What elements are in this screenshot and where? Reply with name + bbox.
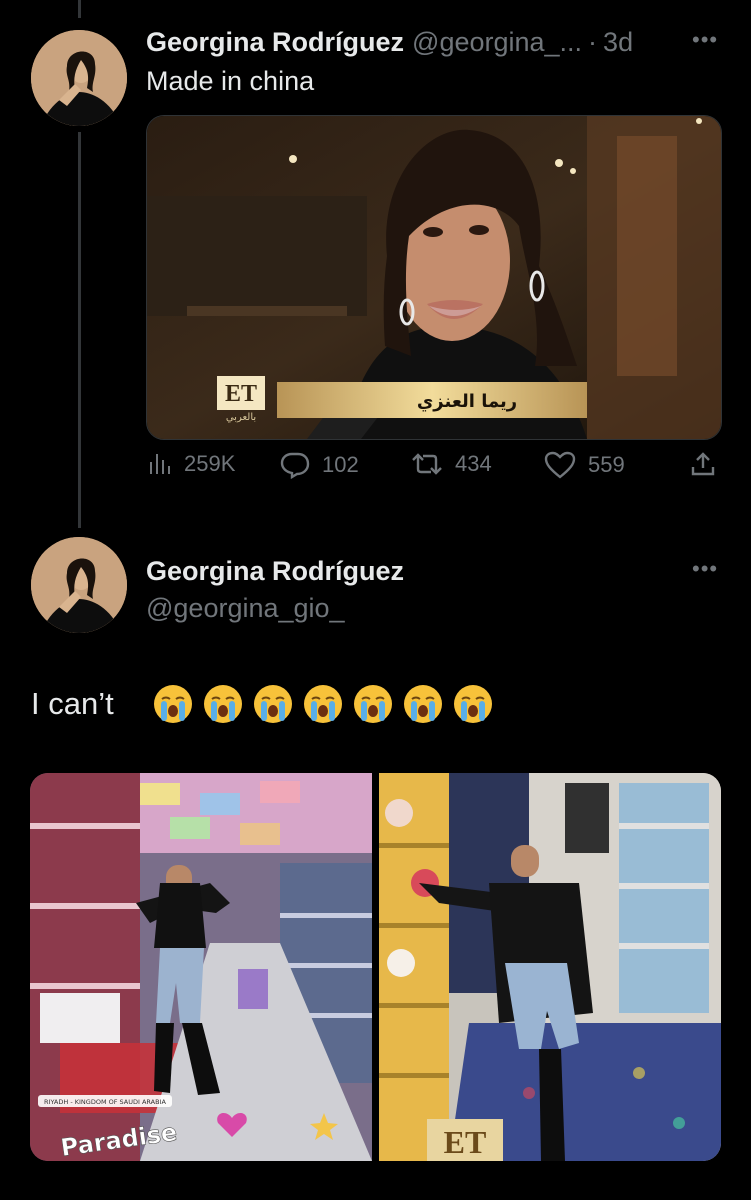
author-name[interactable]: Georgina Rodríguez [146,556,404,587]
crying-face-icon [353,684,393,724]
crying-face-icon [203,684,243,724]
tweet-actions: 259K 102 434 559 [148,451,718,491]
more-icon[interactable]: ••• [692,27,718,53]
thread-line-top [78,0,81,18]
crying-face-icon [253,684,293,724]
media-caption: ريما العنزي [417,391,517,412]
views-count: 259K [184,451,236,476]
repost-count: 434 [455,451,492,476]
tweet-handle-row: @georgina_gio_ [146,593,345,624]
reply-count: 102 [322,452,359,477]
crying-face-icon [153,684,193,724]
tweet-header: Georgina Rodríguez [146,556,404,587]
tweet-header: Georgina Rodríguez @georgina_... · 3d [146,27,633,58]
share-action[interactable] [690,451,716,477]
repost-action[interactable]: 434 [411,451,492,477]
avatar[interactable] [31,537,127,633]
location-tag: RIYADH - KINGDOM OF SAUDI ARABIA [44,1098,166,1106]
like-action[interactable]: 559 [544,451,625,479]
et-logo-text: ET [225,381,257,407]
crying-face-icon [403,684,443,724]
avatar[interactable] [31,30,127,126]
crying-face-icon [303,684,343,724]
tweet-time[interactable]: 3d [603,27,633,58]
like-count: 559 [588,452,625,477]
more-icon[interactable]: ••• [692,556,718,582]
author-name[interactable]: Georgina Rodríguez [146,27,404,58]
tweet-media-collage: RIYADH - KINGDOM OF SAUDI ARABIA Paradis… [30,773,721,1161]
et-logo-subtitle: بالعربي [226,412,256,423]
heart-icon [544,451,576,479]
tweet-media-image[interactable]: ET بالعربي ريما العنزي [146,115,722,440]
share-icon [691,452,715,476]
views-icon [150,454,170,474]
thread-line [78,132,81,528]
author-handle[interactable]: @georgina_... [412,27,582,58]
media-image-right[interactable]: ET [379,773,721,1161]
emoji-row [153,684,493,724]
reply-icon [280,452,310,479]
tweet-text: Made in china [146,66,315,96]
separator-dot: · [588,27,598,57]
tweet-text: I can’t [31,686,114,721]
crying-face-icon [453,684,493,724]
author-handle[interactable]: @georgina_gio_ [146,593,345,624]
views-action[interactable]: 259K [148,451,235,477]
reply-action[interactable]: 102 [280,451,359,479]
media-image-left[interactable]: RIYADH - KINGDOM OF SAUDI ARABIA Paradis… [30,773,372,1161]
repost-icon [412,453,442,475]
et-logo-text: ET [444,1124,487,1160]
